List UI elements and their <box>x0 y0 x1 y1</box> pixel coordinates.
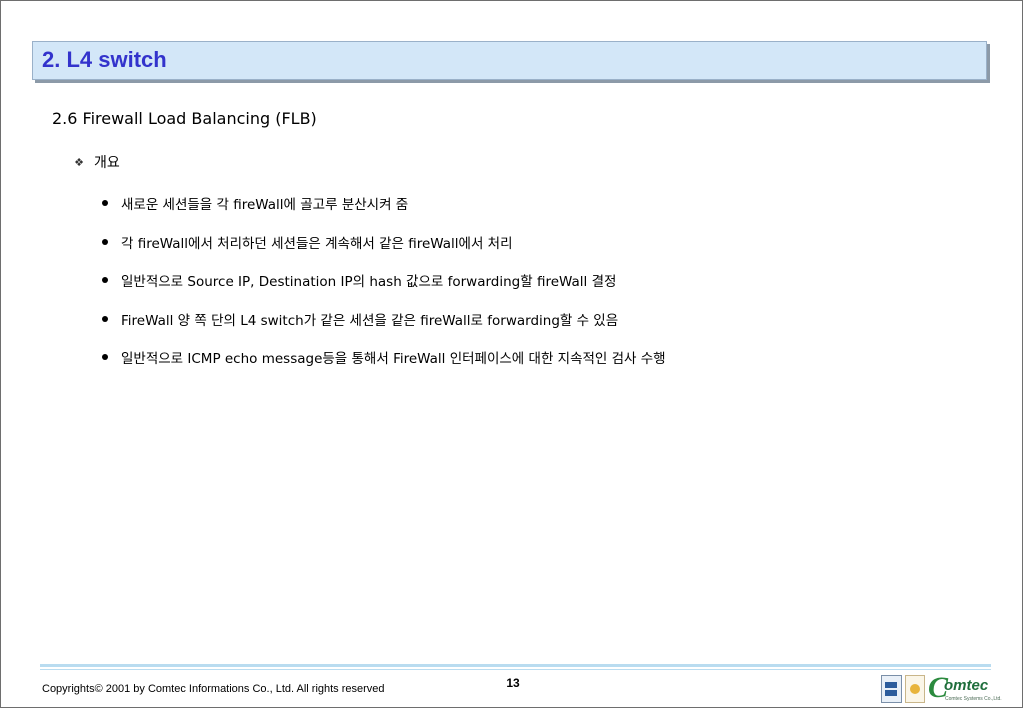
bullet-dot-icon <box>102 315 108 322</box>
list-item-text: 새로운 세션들을 각 fireWall에 골고루 분산시켜 줌 <box>121 197 409 213</box>
slide-title: 2. L4 switch <box>42 47 167 72</box>
title-bar: 2. L4 switch <box>32 41 987 80</box>
list-item: 일반적으로 Source IP, Destination IP의 hash 값으… <box>101 271 666 290</box>
bullet-dot-icon <box>102 277 108 283</box>
footer-line <box>40 669 991 670</box>
footer-divider <box>40 664 991 670</box>
page-number: 13 <box>506 676 520 690</box>
certification-badge-icon <box>881 675 902 703</box>
list-item-text: FireWall 양 쪽 단의 L4 switch가 같은 세션을 같은 fir… <box>121 312 619 329</box>
list-item-text: 각 fireWall에서 처리하던 세션들은 계속해서 같은 fireWall에… <box>121 235 513 252</box>
company-logo: C omtec Comtec Systems Co.,Ltd. <box>928 673 1002 705</box>
list-item: 새로운 세션들을 각 fireWall에 골고루 분산시켜 줌 <box>101 194 666 213</box>
quality-mark-icon <box>904 675 925 703</box>
list-item: FireWall 양 쪽 단의 L4 switch가 같은 세션을 같은 fir… <box>101 310 666 329</box>
footer-line <box>40 664 991 667</box>
section-heading: 2.6 Firewall Load Balancing (FLB) <box>52 109 317 128</box>
slide-frame: 2. L4 switch 2.6 Firewall Load Balancing… <box>0 0 1023 708</box>
logo-subtitle: Comtec Systems Co.,Ltd. <box>945 696 1002 702</box>
bullet-list: 새로운 세션들을 각 fireWall에 골고루 분산시켜 줌 각 fireWa… <box>101 194 666 387</box>
bullet-dot-icon <box>102 354 108 360</box>
list-item: 일반적으로 ICMP echo message등을 통해서 FireWall 인… <box>101 348 666 367</box>
certification-badges <box>881 675 925 703</box>
logo-text: omtec <box>944 677 989 694</box>
bullet-dot-icon <box>102 238 108 245</box>
diamond-icon: ❖ <box>74 155 84 169</box>
overview-label: 개요 <box>94 155 120 171</box>
list-item-text: 일반적으로 Source IP, Destination IP의 hash 값으… <box>121 274 617 290</box>
copyright-text: Copyrights© 2001 by Comtec Informations … <box>42 683 385 695</box>
list-item: 각 fireWall에서 처리하던 세션들은 계속해서 같은 fireWall에… <box>101 233 666 252</box>
list-item-text: 일반적으로 ICMP echo message등을 통해서 FireWall 인… <box>121 351 666 367</box>
bullet-dot-icon <box>102 200 108 206</box>
overview-row: ❖ 개요 <box>74 153 120 171</box>
